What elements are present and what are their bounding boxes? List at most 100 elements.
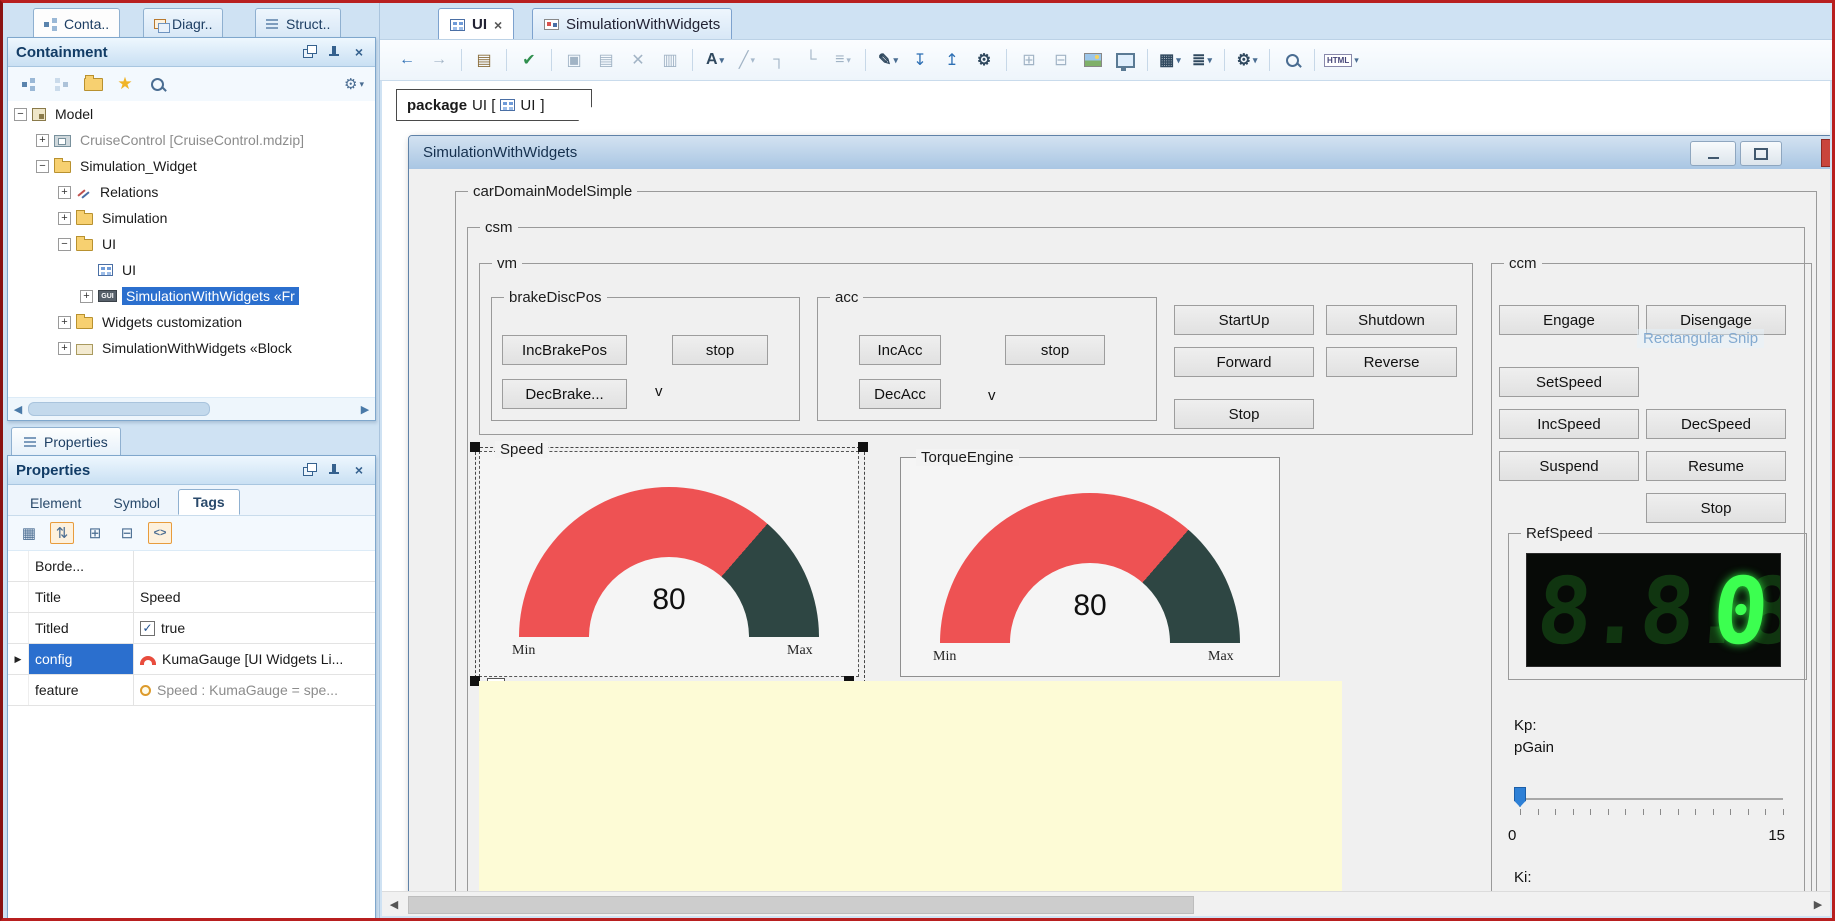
property-value[interactable] — [134, 551, 375, 581]
show-code-icon[interactable]: <> — [148, 522, 172, 544]
tree-row[interactable]: − Simulation_Widget — [8, 153, 375, 179]
resize-handle[interactable] — [858, 442, 868, 452]
tree-row[interactable]: +GUISimulationWithWidgets «Fr — [8, 283, 375, 309]
path-corner-icon[interactable]: ┐ — [764, 47, 794, 73]
property-name[interactable]: Title — [29, 582, 134, 612]
maximize-button[interactable] — [1740, 141, 1782, 166]
nav-back-icon[interactable]: ← — [392, 47, 422, 73]
tree-item-label[interactable]: SimulationWithWidgets «Fr — [122, 287, 299, 305]
diagram-canvas[interactable]: package UI [ UI ] SimulationWithWidgets … — [382, 81, 1830, 916]
tab-diagrams[interactable]: Diagr.. — [143, 8, 223, 38]
checkbox-icon[interactable]: ✓ — [140, 621, 155, 636]
attach-icon[interactable]: ⊞ — [1014, 47, 1044, 73]
numbering-icon[interactable]: ≣▾ — [1187, 47, 1217, 73]
validate-icon[interactable]: ✔ — [514, 47, 544, 73]
layout-icon[interactable]: ▦▾ — [1155, 47, 1185, 73]
tree-row[interactable]: + Simulation — [8, 205, 375, 231]
tree-item-label[interactable]: UI — [118, 261, 140, 279]
tab-containment[interactable]: Conta.. — [33, 8, 120, 38]
detach-icon[interactable]: ⊟ — [1046, 47, 1076, 73]
decspeed-button[interactable]: DecSpeed — [1646, 409, 1786, 439]
html-export-icon[interactable]: HTML▾ — [1322, 47, 1361, 73]
float-panel-icon[interactable] — [301, 45, 317, 59]
tree-item-label[interactable]: Widgets customization — [98, 313, 246, 331]
zoom-icon[interactable] — [1277, 47, 1307, 73]
inc-acc-button[interactable]: IncAcc — [859, 335, 941, 365]
tab-tags[interactable]: Tags — [178, 489, 240, 515]
collapse-icon[interactable]: − — [14, 108, 27, 121]
tree-row[interactable]: −Model — [8, 101, 375, 127]
pin-panel-icon[interactable] — [326, 463, 342, 477]
close-panel-icon[interactable]: × — [351, 45, 367, 59]
close-button[interactable] — [1821, 139, 1830, 167]
dec-brake-pos-button[interactable]: DecBrake... — [502, 379, 627, 409]
collapse-all-icon[interactable] — [50, 74, 72, 94]
path-elbow-icon[interactable]: └ — [796, 47, 826, 73]
property-value[interactable]: ✓true — [134, 613, 375, 643]
forward-button[interactable]: Forward — [1174, 347, 1314, 377]
tree-row[interactable]: + Widgets customization — [8, 309, 375, 335]
canvas-horizontal-scrollbar[interactable]: ◀ ▶ — [382, 891, 1830, 916]
minimize-button[interactable] — [1690, 141, 1736, 166]
property-value[interactable]: Speed : KumaGauge = spe... — [134, 675, 375, 705]
tree-row[interactable]: − UI — [8, 231, 375, 257]
close-tab-icon[interactable]: × — [494, 17, 502, 33]
expand-icon[interactable]: + — [36, 134, 49, 147]
scroll-left-icon[interactable]: ◀ — [382, 892, 406, 916]
scroll-right-icon[interactable]: ▶ — [1806, 892, 1830, 916]
property-value[interactable]: KumaGauge [UI Widgets Li... — [134, 644, 375, 674]
nav-forward-icon[interactable]: → — [424, 47, 454, 73]
resume-button[interactable]: Resume — [1646, 451, 1786, 481]
settings-gear-icon[interactable]: ⚙▾ — [343, 74, 365, 94]
property-name[interactable]: Borde... — [29, 551, 134, 581]
image-icon[interactable] — [1078, 47, 1108, 73]
monitor-icon[interactable] — [1110, 47, 1140, 73]
export-diagram-icon[interactable]: ↧ — [905, 47, 935, 73]
resize-handle[interactable] — [470, 442, 480, 452]
copy-icon[interactable]: ▣ — [559, 47, 589, 73]
tree-item-label[interactable]: CruiseControl [CruiseControl.mdzip] — [76, 131, 308, 149]
shutdown-button[interactable]: Shutdown — [1326, 305, 1457, 335]
startup-button[interactable]: StartUp — [1174, 305, 1314, 335]
tree-item-label[interactable]: UI — [98, 235, 120, 253]
expand-icon[interactable]: + — [58, 212, 71, 225]
console-area[interactable] — [479, 681, 1342, 895]
scroll-left-icon[interactable]: ◀ — [8, 403, 28, 416]
tree-row[interactable]: +Relations — [8, 179, 375, 205]
inc-brake-pos-button[interactable]: IncBrakePos — [502, 335, 627, 365]
draw-shape-icon[interactable]: ✎▾ — [873, 47, 903, 73]
sort-icon[interactable]: ⇅ — [50, 522, 74, 544]
tree-row[interactable]: + CruiseControl [CruiseControl.mdzip] — [8, 127, 375, 153]
incspeed-button[interactable]: IncSpeed — [1499, 409, 1639, 439]
tree-horizontal-scrollbar[interactable]: ◀ ▶ — [8, 397, 375, 420]
scroll-right-icon[interactable]: ▶ — [355, 403, 375, 416]
tree-item-label[interactable]: Simulation — [98, 209, 171, 227]
property-name[interactable]: Titled — [29, 613, 134, 643]
tree-item-label[interactable]: SimulationWithWidgets «Block — [98, 339, 296, 357]
group-properties-icon[interactable]: ▦ — [18, 523, 40, 543]
engage-button[interactable]: Engage — [1499, 305, 1639, 335]
float-panel-icon[interactable] — [301, 463, 317, 477]
path-layout-icon[interactable]: ≡▾ — [828, 47, 858, 73]
open-project-icon[interactable] — [82, 74, 104, 94]
brake-stop-button[interactable]: stop — [672, 335, 768, 365]
expand-icon[interactable]: + — [58, 316, 71, 329]
collapse-icon[interactable]: − — [58, 238, 71, 251]
pin-panel-icon[interactable] — [326, 45, 342, 59]
simulation-window-titlebar[interactable]: SimulationWithWidgets — [409, 136, 1830, 170]
paste-alt-icon[interactable]: ▤ — [591, 47, 621, 73]
property-name[interactable]: feature — [29, 675, 134, 705]
tab-properties[interactable]: Properties — [11, 427, 121, 458]
collapse-icon[interactable]: − — [36, 160, 49, 173]
diagram-properties-icon[interactable]: ⚙ — [969, 47, 999, 73]
tree-item-label[interactable]: Simulation_Widget — [76, 157, 201, 175]
delete-icon[interactable]: ✕ — [623, 47, 653, 73]
settings-gear-icon[interactable]: ⚙▾ — [1232, 47, 1262, 73]
font-icon[interactable]: A▾ — [700, 47, 730, 73]
ccm-stop-button[interactable]: Stop — [1646, 493, 1786, 523]
suspend-button[interactable]: Suspend — [1499, 451, 1639, 481]
create-element-icon[interactable] — [18, 74, 40, 94]
tab-simulation-with-widgets[interactable]: SimulationWithWidgets — [532, 8, 732, 40]
collapse-nodes-icon[interactable]: ⊟ — [116, 523, 138, 543]
tab-structure[interactable]: Struct.. — [255, 8, 341, 38]
